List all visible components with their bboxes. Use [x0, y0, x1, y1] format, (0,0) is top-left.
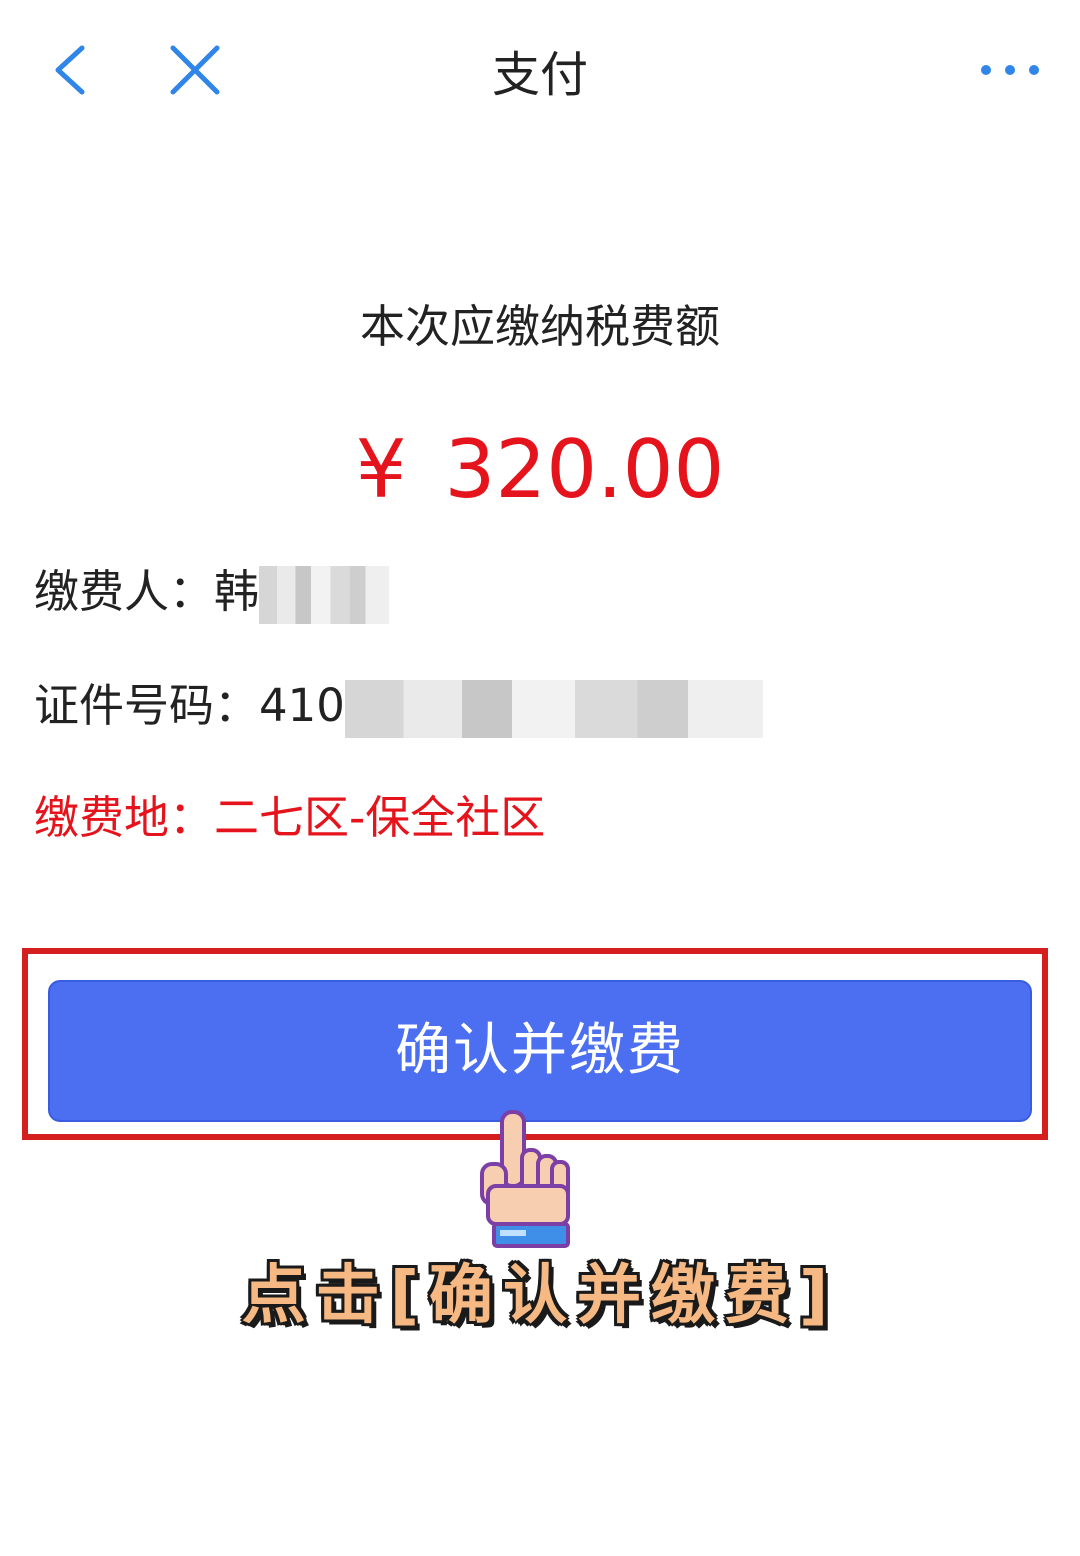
place-value: 二七区-保全社区 — [214, 791, 546, 844]
id-label: 证件号码： — [34, 679, 260, 732]
payer-row: 缴费人：韩 — [34, 560, 390, 624]
payment-place-row: 缴费地：二七区-保全社区 — [34, 786, 545, 850]
confirm-and-pay-button[interactable]: 确认并缴费 — [48, 980, 1032, 1122]
instruction-caption: 点击[确认并缴费] — [241, 1259, 839, 1333]
redacted-name — [259, 566, 390, 624]
page-title: 支付 — [491, 47, 588, 103]
amount-caption: 本次应缴纳税费额 — [359, 300, 720, 353]
payer-value: 韩 — [214, 565, 260, 618]
payment-amount: ¥320.00 — [0, 420, 1080, 520]
id-number-row: 证件号码：410 — [34, 674, 763, 738]
pointing-hand-icon — [480, 1110, 570, 1248]
currency-symbol: ¥ — [355, 423, 407, 516]
amount-value: 320.00 — [444, 423, 725, 516]
redacted-id — [344, 680, 763, 738]
place-label: 缴费地： — [34, 791, 215, 844]
payer-label: 缴费人： — [34, 565, 215, 618]
more-button[interactable] — [970, 40, 1050, 100]
more-dots-icon — [981, 65, 1039, 75]
id-value: 410 — [259, 679, 345, 732]
